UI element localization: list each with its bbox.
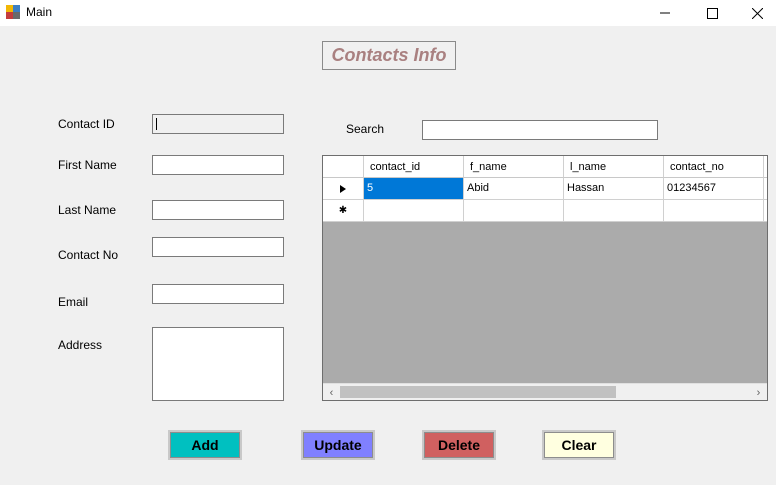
grid-cell-contact-id[interactable]: 5 (364, 178, 464, 200)
address-label: Address (58, 338, 103, 352)
first-name-label: First Name (58, 158, 117, 172)
text-cursor (156, 118, 157, 130)
column-header-contact-no[interactable]: contact_no (664, 156, 764, 178)
new-row-cell[interactable] (564, 200, 664, 222)
add-button[interactable]: Add (168, 430, 242, 460)
new-row-cell[interactable] (364, 200, 464, 222)
column-header-contact-id[interactable]: contact_id (364, 156, 464, 178)
new-row-cell[interactable] (764, 200, 767, 222)
column-header-l-name[interactable]: l_name (564, 156, 664, 178)
page-title: Contacts Info (322, 41, 456, 70)
update-button[interactable]: Update (301, 430, 375, 460)
new-row-cell[interactable] (464, 200, 564, 222)
row-header-current[interactable] (323, 178, 364, 200)
current-row-icon (340, 184, 346, 193)
app-icon (6, 5, 20, 19)
email-field[interactable] (152, 284, 284, 304)
row-header-new[interactable]: ✱ (323, 200, 364, 222)
contact-no-field[interactable] (152, 237, 284, 257)
contact-no-label: Contact No (58, 248, 119, 262)
grid-corner-header[interactable] (323, 156, 364, 178)
search-input[interactable] (422, 120, 658, 140)
scrollbar-thumb[interactable] (340, 386, 616, 398)
grid-cell-l-name[interactable]: Hassan (564, 178, 664, 200)
minimize-button[interactable] (643, 0, 687, 26)
clear-button[interactable]: Clear (542, 430, 616, 460)
grid-cell-overflow[interactable] (764, 178, 767, 200)
minimize-icon (660, 12, 670, 14)
new-row-cell[interactable] (664, 200, 764, 222)
grid-cell-f-name[interactable]: Abid (464, 178, 564, 200)
scroll-left-icon[interactable]: ‹ (323, 384, 340, 400)
delete-button[interactable]: Delete (422, 430, 496, 460)
maximize-button[interactable] (690, 0, 734, 26)
horizontal-scrollbar[interactable]: ‹ › (323, 383, 767, 400)
email-label: Email (58, 295, 89, 309)
contact-id-field[interactable] (152, 114, 284, 134)
last-name-label: Last Name (58, 203, 117, 217)
column-header-f-name[interactable]: f_name (464, 156, 564, 178)
maximize-icon (706, 7, 718, 19)
close-icon (751, 7, 763, 19)
contacts-grid[interactable]: contact_id f_name l_name contact_no 5 Ab… (322, 155, 768, 401)
window-title: Main (26, 5, 53, 19)
new-row-icon: ✱ (338, 205, 348, 216)
address-field[interactable] (152, 327, 284, 401)
contact-id-label: Contact ID (58, 117, 115, 131)
search-label: Search (346, 122, 385, 136)
scroll-right-icon[interactable]: › (750, 384, 767, 400)
column-header-overflow[interactable] (764, 156, 767, 178)
last-name-field[interactable] (152, 200, 284, 220)
close-button[interactable] (735, 0, 776, 26)
first-name-field[interactable] (152, 155, 284, 175)
grid-cell-contact-no[interactable]: 01234567 (664, 178, 764, 200)
